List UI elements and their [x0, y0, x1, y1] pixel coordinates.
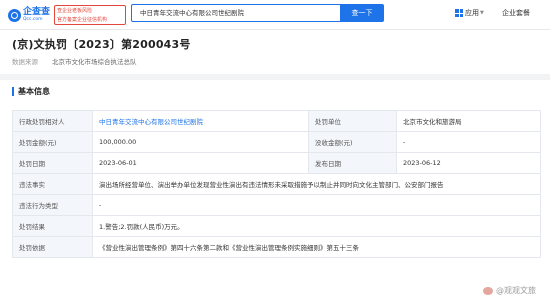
slogan-line-2: 官方备案企业征信机构: [57, 16, 108, 23]
apps-grid-icon: [455, 9, 463, 17]
search-input[interactable]: 中日青年交流中心有限公司世纪剧院: [131, 4, 343, 22]
penalty-date-label: 处罚日期: [12, 152, 93, 174]
authority-label: 处罚单位: [308, 110, 397, 132]
penalty-date-value: 2023-06-01: [92, 152, 309, 174]
weibo-icon: [483, 286, 493, 295]
apps-label: 应用: [465, 9, 479, 17]
authority-value: 北京市文化和旅游局: [396, 110, 541, 132]
logo[interactable]: 企查查 Qcc.com: [8, 5, 52, 25]
data-source: 数据来源 北京市文化市场综合执法总队: [12, 56, 137, 66]
confiscation-label: 没收金额(元): [308, 131, 397, 153]
watermark-text: @观观文旅: [496, 286, 536, 295]
fine-amount-label: 处罚金额(元): [12, 131, 93, 153]
apps-menu[interactable]: 应用 ▼: [455, 8, 484, 18]
table-row: 违法事实 演出场所经营单位、演出举办单位发现营业性演出有违法情形未采取措施予以制…: [12, 173, 541, 195]
party-label: 行政处罚相对人: [12, 110, 93, 132]
table-row: 处罚金额(元) 100,000.00 没收金额(元) -: [12, 131, 541, 153]
page-title: (京)文执罚〔2023〕第200043号: [12, 38, 191, 51]
violation-facts-value: 演出场所经营单位、演出举办单位发现营业性演出有违法情形未采取措施予以制止并同时向…: [92, 173, 541, 195]
watermark: @观观文旅: [483, 285, 536, 296]
penalty-basis-value: 《营业性演出管理条例》第四十六条第二款和《营业性演出管理条例实施细则》第五十三条: [92, 236, 541, 258]
slogan-line-1: 查企业老板风险: [57, 8, 93, 14]
enterprise-package-link[interactable]: 企业套餐: [502, 8, 530, 18]
logo-text: 企查查: [23, 6, 51, 17]
publish-date-value: 2023-06-12: [396, 152, 541, 174]
logo-icon: [8, 8, 21, 22]
violation-facts-label: 违法事实: [12, 173, 93, 195]
top-bar: 企查查 Qcc.com 查企业老板风险 官方备案企业征信机构 中日青年交流中心有…: [0, 0, 550, 30]
chevron-down-icon: ▼: [480, 10, 484, 16]
violation-type-value: -: [92, 194, 541, 216]
table-row: 处罚日期 2023-06-01 发布日期 2023-06-12: [12, 152, 541, 174]
data-source-value: 北京市文化市场综合执法总队: [52, 58, 137, 66]
publish-date-label: 发布日期: [308, 152, 397, 174]
data-source-label: 数据来源: [12, 58, 38, 66]
document-header: (京)文执罚〔2023〕第200043号 数据来源 北京市文化市场综合执法总队: [0, 30, 550, 74]
table-row: 违法行为类型 -: [12, 194, 541, 216]
table-row: 处罚依据 《营业性演出管理条例》第四十六条第二款和《营业性演出管理条例实施细则》…: [12, 236, 541, 258]
confiscation-value: -: [396, 131, 541, 153]
table-row: 行政处罚相对人 中日青年交流中心有限公司世纪剧院 处罚单位 北京市文化和旅游局: [12, 110, 541, 132]
search-button[interactable]: 查一下: [340, 4, 384, 22]
info-table: 行政处罚相对人 中日青年交流中心有限公司世纪剧院 处罚单位 北京市文化和旅游局 …: [12, 110, 541, 258]
penalty-basis-label: 处罚依据: [12, 236, 93, 258]
fine-amount-value: 100,000.00: [92, 131, 309, 153]
party-link[interactable]: 中日青年交流中心有限公司世纪剧院: [92, 110, 309, 132]
table-row: 处罚结果 1.警告;2.罚款(人民币)万元。: [12, 215, 541, 237]
penalty-result-label: 处罚结果: [12, 215, 93, 237]
violation-type-label: 违法行为类型: [12, 194, 93, 216]
slogan-badge: 查企业老板风险 官方备案企业征信机构: [54, 5, 126, 25]
logo-domain: Qcc.com: [23, 16, 43, 22]
basic-info-card: 基本信息 行政处罚相对人 中日青年交流中心有限公司世纪剧院 处罚单位 北京市文化…: [0, 80, 550, 300]
section-title: 基本信息: [12, 87, 50, 96]
penalty-result-value: 1.警告;2.罚款(人民币)万元。: [92, 215, 541, 237]
